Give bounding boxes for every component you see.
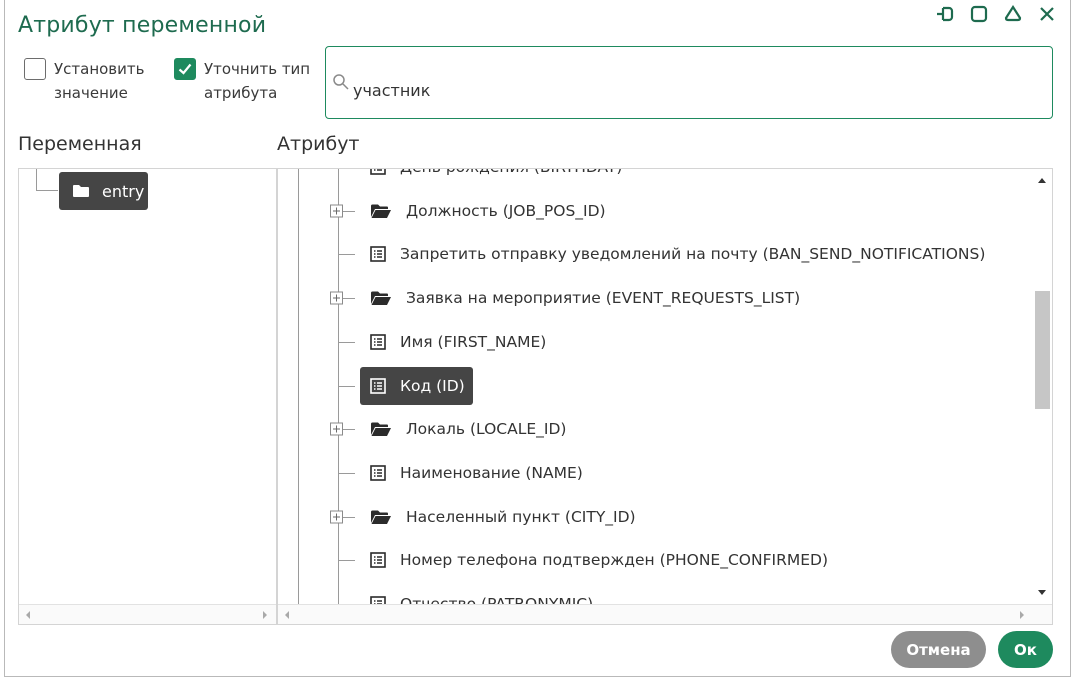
attribute-row: Должность (JOB_POS_ID) <box>278 189 1032 233</box>
search-box[interactable] <box>325 46 1053 119</box>
attribute-tree-rows: День рождения (BIRTHDAY) Должность (JOB_P… <box>278 169 1032 604</box>
scroll-right-arrow[interactable] <box>1020 611 1024 619</box>
variable-panel-label: Переменная <box>18 133 142 155</box>
attribute-row: Заявка на мероприятие (EVENT_REQUESTS_LI… <box>278 276 1032 320</box>
refine-type-checkbox[interactable]: Уточнить тип атрибута <box>174 58 314 105</box>
folder-open-icon <box>370 203 392 219</box>
attribute-item-label: Локаль (LOCALE_ID) <box>406 420 567 439</box>
attribute-item[interactable]: Населенный пункт (CITY_ID) <box>360 498 644 536</box>
attribute-item-label: Номер телефона подтвержден (PHONE_CONFIR… <box>400 551 828 570</box>
maximize-icon[interactable] <box>969 4 989 24</box>
search-input[interactable] <box>353 81 1003 100</box>
list-icon <box>370 465 386 481</box>
attribute-item-label: Населенный пункт (CITY_ID) <box>406 507 636 526</box>
search-icon <box>332 73 350 95</box>
ok-button[interactable]: Ок <box>998 631 1053 668</box>
tree-connector <box>338 341 355 343</box>
attribute-item[interactable]: Локаль (LOCALE_ID) <box>360 410 574 448</box>
tree-connector <box>338 254 355 256</box>
attribute-item-label: День рождения (BIRTHDAY) <box>400 169 622 176</box>
attribute-item[interactable]: Должность (JOB_POS_ID) <box>360 192 614 230</box>
expand-toggle-icon[interactable] <box>330 422 343 436</box>
tree-connector <box>343 298 355 300</box>
attribute-item-label: Имя (FIRST_NAME) <box>400 332 547 351</box>
attribute-item-label: Отчество (PATRONYMIC) <box>400 595 594 604</box>
list-icon <box>370 596 386 604</box>
tree-connector <box>343 516 355 518</box>
tree-connector <box>343 429 355 431</box>
variable-tree: entry <box>18 168 277 625</box>
scroll-left-arrow[interactable] <box>26 611 30 619</box>
attribute-tree-hscrollbar[interactable] <box>278 604 1052 624</box>
folder-open-icon <box>370 421 392 437</box>
attribute-item[interactable]: Наименование (NAME) <box>360 454 591 492</box>
tree-connector <box>338 472 355 474</box>
attribute-item[interactable]: Заявка на мероприятие (EVENT_REQUESTS_LI… <box>360 279 808 317</box>
tree-connector <box>338 560 355 562</box>
refine-type-checkbox-box[interactable] <box>174 58 196 80</box>
attribute-row: Локаль (LOCALE_ID) <box>278 407 1032 451</box>
tree-connector <box>343 210 355 212</box>
cancel-button[interactable]: Отмена <box>891 631 986 668</box>
folder-open-icon <box>370 290 392 306</box>
dialog-title: Атрибут переменной <box>18 13 267 38</box>
attribute-panel-label: Атрибут <box>277 133 360 155</box>
check-icon <box>178 63 192 75</box>
tree-connector <box>36 169 37 191</box>
list-icon <box>370 377 386 394</box>
attribute-row: Населенный пункт (CITY_ID) <box>278 495 1032 539</box>
scroll-right-arrow[interactable] <box>263 611 267 619</box>
attribute-item[interactable]: Код (ID) <box>360 366 473 405</box>
attribute-item[interactable]: Отчество (PATRONYMIC) <box>360 585 601 604</box>
attribute-item[interactable]: День рождения (BIRTHDAY) <box>360 169 630 186</box>
tree-connector <box>36 190 58 191</box>
refine-type-label: Уточнить тип атрибута <box>204 60 311 102</box>
attribute-tree: День рождения (BIRTHDAY) Должность (JOB_P… <box>277 168 1053 625</box>
attribute-row: Запретить отправку уведомлений на почту … <box>278 232 1032 276</box>
scroll-down-arrow[interactable] <box>1038 590 1046 595</box>
list-icon <box>370 552 386 569</box>
list-icon <box>370 246 386 263</box>
tree-connector <box>338 385 355 387</box>
attribute-item-label: Заявка на мероприятие (EVENT_REQUESTS_LI… <box>406 289 801 308</box>
list-icon <box>370 169 386 175</box>
attribute-item-label: Наименование (NAME) <box>400 463 583 482</box>
attribute-item[interactable]: Имя (FIRST_NAME) <box>360 323 554 361</box>
attribute-row: Имя (FIRST_NAME) <box>278 320 1032 364</box>
variable-item-label: entry <box>102 181 145 201</box>
list-icon <box>370 333 386 350</box>
expand-toggle-icon[interactable] <box>330 510 343 524</box>
attribute-row: Наименование (NAME) <box>278 451 1032 495</box>
scroll-thumb[interactable] <box>1035 291 1050 409</box>
window-controls <box>935 4 1057 24</box>
set-value-checkbox[interactable]: Установить значение <box>24 58 164 105</box>
attribute-item-label: Запретить отправку уведомлений на почту … <box>400 245 986 264</box>
attribute-tree-vscrollbar[interactable] <box>1033 169 1052 605</box>
attribute-item[interactable]: Запретить отправку уведомлений на почту … <box>360 235 993 273</box>
attribute-item-label: Должность (JOB_POS_ID) <box>406 201 606 220</box>
folder-icon <box>73 185 89 197</box>
scroll-left-arrow[interactable] <box>285 611 289 619</box>
folder-open-icon <box>370 509 392 525</box>
attribute-row: Код (ID) <box>278 364 1032 408</box>
expand-toggle-icon[interactable] <box>330 291 343 305</box>
attribute-row: Отчество (PATRONYMIC) <box>278 582 1032 604</box>
collapse-icon[interactable] <box>1003 4 1023 24</box>
set-value-checkbox-box[interactable] <box>24 58 46 80</box>
close-icon[interactable] <box>1037 4 1057 24</box>
variable-tree-hscrollbar[interactable] <box>19 604 276 624</box>
attribute-row: День рождения (BIRTHDAY) <box>278 169 1032 189</box>
variable-item-entry[interactable]: entry <box>59 172 148 210</box>
attribute-row: Номер телефона подтвержден (PHONE_CONFIR… <box>278 538 1032 582</box>
expand-toggle-icon[interactable] <box>330 204 343 218</box>
pin-icon[interactable] <box>935 4 955 24</box>
set-value-label: Установить значение <box>54 60 145 102</box>
attribute-item-label: Код (ID) <box>400 376 465 395</box>
scroll-up-arrow[interactable] <box>1038 178 1046 183</box>
attribute-item[interactable]: Номер телефона подтвержден (PHONE_CONFIR… <box>360 541 836 579</box>
